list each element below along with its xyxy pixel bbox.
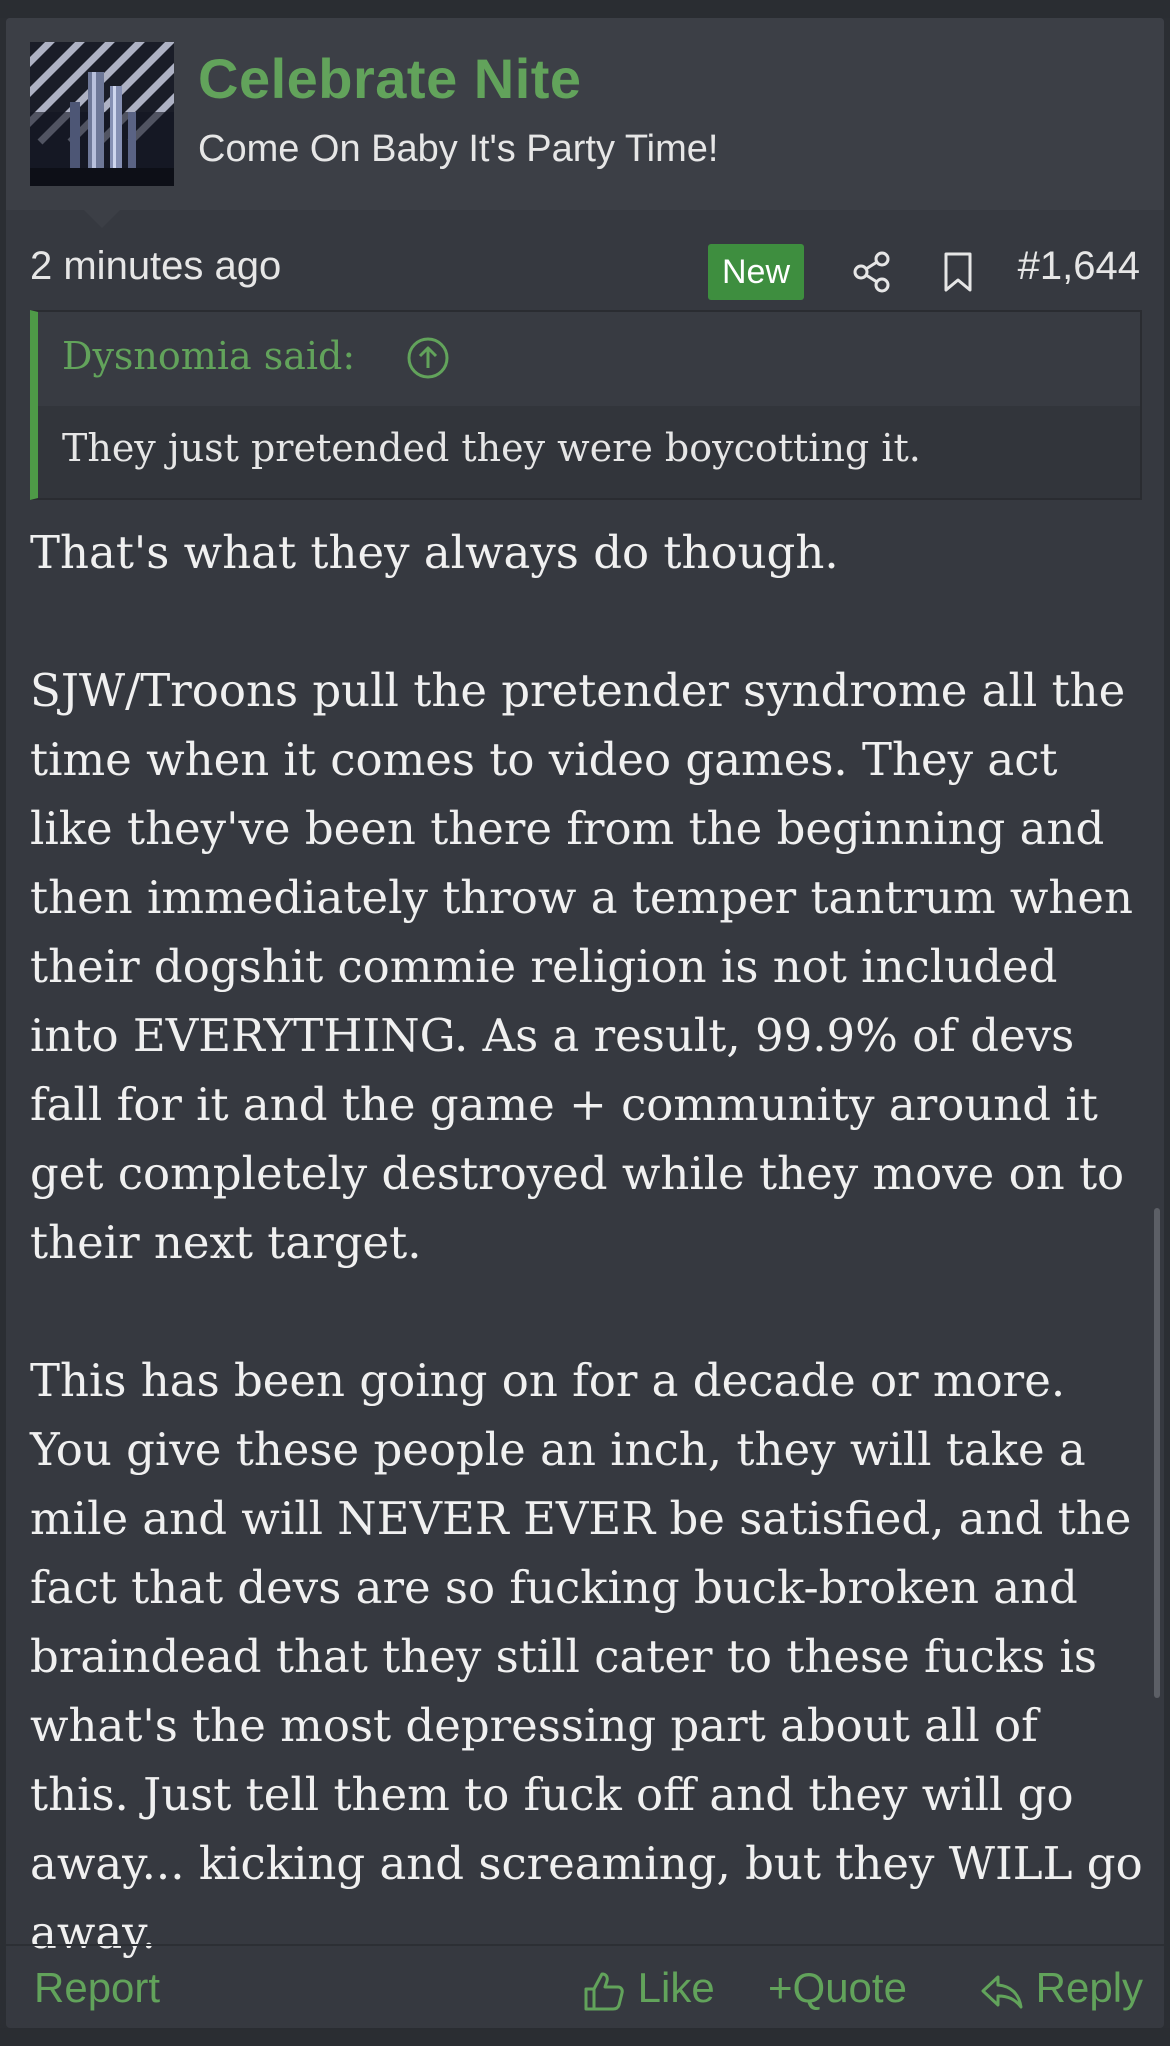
post-timestamp[interactable]: 2 minutes ago bbox=[30, 244, 281, 289]
reply-arrow-icon bbox=[981, 1975, 1023, 2009]
post-actions: Report Like +Quote Reply bbox=[6, 1948, 1164, 2028]
username[interactable]: Celebrate Nite bbox=[198, 46, 582, 111]
footer-divider bbox=[6, 1944, 1164, 1946]
report-button[interactable]: Report bbox=[34, 1948, 160, 2028]
plus-icon: + bbox=[768, 1964, 793, 2011]
forum-post: Celebrate Nite Come On Baby It's Party T… bbox=[6, 18, 1164, 2028]
avatar-pointer bbox=[84, 210, 120, 228]
post-number-link[interactable]: #1,644 bbox=[1018, 244, 1140, 289]
message-body: That's what they always do though. SJW/T… bbox=[30, 518, 1150, 2028]
quote-text: They just pretended they were boycotting… bbox=[62, 426, 921, 470]
reply-button[interactable]: Reply bbox=[980, 1948, 1143, 2028]
top-strip bbox=[0, 0, 1170, 18]
thumbs-up-icon bbox=[584, 1972, 624, 2011]
scrollbar[interactable] bbox=[1154, 1208, 1160, 1698]
user-avatar[interactable] bbox=[30, 42, 174, 186]
bottom-strip bbox=[0, 2028, 1170, 2046]
like-label: Like bbox=[637, 1964, 715, 2011]
report-label: Report bbox=[34, 1964, 161, 2011]
share-icon[interactable] bbox=[850, 250, 894, 294]
quote-header: Dysnomia said: bbox=[38, 312, 1140, 406]
avatar-image bbox=[30, 42, 174, 186]
message-paragraph: This has been going on for a decade or m… bbox=[30, 1354, 1143, 1959]
quote-button[interactable]: +Quote bbox=[768, 1948, 907, 2028]
reply-label: Reply bbox=[1035, 1964, 1144, 2011]
quote-label: Quote bbox=[792, 1964, 907, 2011]
new-badge: New bbox=[708, 244, 804, 300]
user-header: Celebrate Nite Come On Baby It's Party T… bbox=[6, 18, 1164, 210]
quote-block: Dysnomia said: They just pretended they … bbox=[30, 310, 1142, 500]
message-paragraph: SJW/Troons pull the pretender syndrome a… bbox=[30, 664, 1134, 1269]
like-button[interactable]: Like bbox=[582, 1948, 715, 2028]
post-meta: 2 minutes ago New #1,644 bbox=[6, 230, 1164, 310]
quote-author[interactable]: Dysnomia said: bbox=[62, 334, 355, 378]
user-title: Come On Baby It's Party Time! bbox=[198, 128, 719, 170]
message-paragraph: That's what they always do though. bbox=[30, 526, 839, 579]
bookmark-icon[interactable] bbox=[938, 250, 978, 294]
arrow-up-circle-icon[interactable] bbox=[406, 336, 450, 380]
